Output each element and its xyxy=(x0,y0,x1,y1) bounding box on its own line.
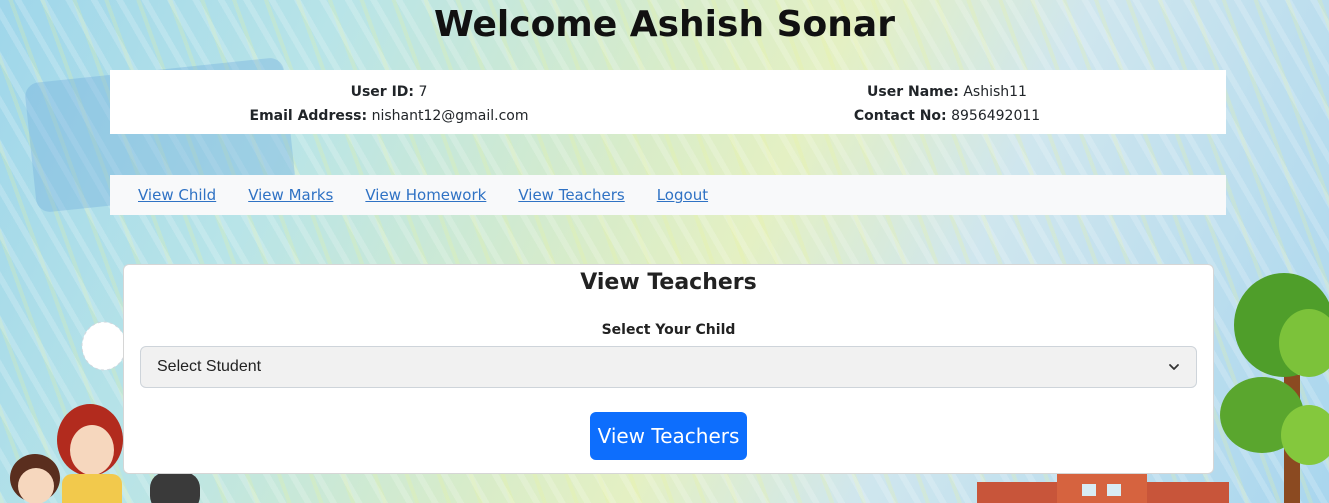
email-label: Email Address: xyxy=(249,108,368,124)
nav-link-logout[interactable]: Logout xyxy=(657,186,708,204)
select-child-label: Select Your Child xyxy=(601,322,736,338)
nav-link-view-teachers[interactable]: View Teachers xyxy=(518,186,624,204)
cloud-decoration xyxy=(81,321,127,371)
user-name-value: Ashish11 xyxy=(963,84,1027,100)
view-teachers-button[interactable]: View Teachers xyxy=(590,412,747,460)
email-value: nishant12@gmail.com xyxy=(371,108,529,124)
contact-row: Contact No: 8956492011 xyxy=(668,104,1226,128)
user-name-row: User Name: Ashish11 xyxy=(668,80,1226,104)
tree-illustration xyxy=(1220,273,1329,503)
user-info-card: User ID: 7 Email Address: nishant12@gmai… xyxy=(110,70,1226,134)
user-id-value: 7 xyxy=(418,84,428,100)
nav-link-view-marks[interactable]: View Marks xyxy=(248,186,333,204)
user-info-right: User Name: Ashish11 Contact No: 89564920… xyxy=(668,70,1226,134)
contact-value: 8956492011 xyxy=(951,108,1041,124)
user-id-row: User ID: 7 xyxy=(110,80,668,104)
user-name-label: User Name: xyxy=(867,84,959,100)
nav-link-view-child[interactable]: View Child xyxy=(138,186,216,204)
school-building-illustration xyxy=(977,472,1229,503)
nav-link-view-homework[interactable]: View Homework xyxy=(365,186,486,204)
view-teachers-panel: View Teachers Select Your Child Select S… xyxy=(123,264,1214,474)
main-navbar: View Child View Marks View Homework View… xyxy=(110,175,1226,215)
user-id-label: User ID: xyxy=(350,84,415,100)
page-title: Welcome Ashish Sonar xyxy=(434,4,895,45)
user-info-left: User ID: 7 Email Address: nishant12@gmai… xyxy=(110,70,668,134)
student-select-value: Select Student xyxy=(157,358,262,375)
chevron-down-icon xyxy=(1169,364,1179,370)
panel-title: View Teachers xyxy=(580,270,757,295)
email-row: Email Address: nishant12@gmail.com xyxy=(110,104,668,128)
student-select[interactable]: Select Student xyxy=(140,346,1197,388)
contact-label: Contact No: xyxy=(853,108,947,124)
